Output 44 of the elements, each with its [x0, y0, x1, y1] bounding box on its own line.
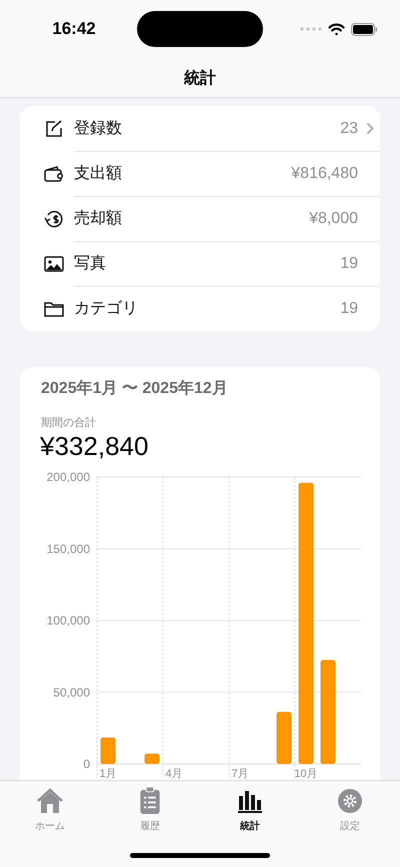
battery-icon — [351, 22, 378, 36]
axis-tick-label: 150,000 — [46, 542, 90, 556]
clipboard-icon — [139, 787, 161, 814]
wifi-icon — [328, 22, 345, 36]
screen-title: 統計 — [183, 68, 217, 89]
chart-bar — [100, 737, 116, 764]
axis-tick-label: 200,000 — [46, 470, 90, 484]
axis-tick-label: 7月 — [231, 768, 249, 780]
axis-tick-label: 0 — [83, 757, 90, 771]
chevron-icon[interactable] — [366, 122, 374, 135]
folder-icon — [44, 300, 64, 316]
stat-value: 23 — [340, 120, 358, 138]
status-time: 16:42 — [51, 19, 97, 39]
total-amount: ¥332,840 — [39, 430, 150, 462]
stat-value: ¥816,480 — [291, 164, 358, 182]
wallet-icon — [44, 164, 64, 182]
total-label: 期間の合計 — [40, 416, 97, 430]
chart-bar — [144, 754, 160, 764]
stat-label: カテゴリ — [74, 299, 139, 319]
settings-icon — [337, 788, 363, 814]
axis-tick-label: 10月 — [294, 768, 318, 780]
stat-value: ¥8,000 — [309, 210, 358, 228]
tab-item[interactable]: 統計 — [200, 787, 300, 833]
stat-label: 写真 — [74, 254, 107, 274]
period-range: 2025年1月 〜 2025年12月 — [40, 378, 229, 399]
axis-tick-label: 4月 — [165, 768, 183, 780]
image-icon — [44, 256, 64, 272]
axis-tick-label: 50,000 — [53, 685, 90, 700]
stat-value: 19 — [340, 254, 358, 272]
bar-chart-icon — [237, 790, 263, 814]
home-icon — [36, 788, 64, 814]
stat-label: 支出額 — [74, 164, 123, 184]
edit-icon — [45, 120, 63, 138]
stat-value: 19 — [340, 300, 358, 318]
axis-tick-label: 100,000 — [46, 614, 90, 628]
stat-label: 売却額 — [74, 208, 123, 229]
tab-item[interactable]: 履歴 — [100, 787, 200, 833]
coin-cycle-icon — [44, 208, 64, 228]
tab-item[interactable]: 設定 — [300, 787, 400, 833]
tab-item[interactable]: ホーム — [0, 787, 100, 833]
stat-label: 登録数 — [74, 119, 123, 139]
chart-bar — [276, 712, 292, 764]
axis-tick-label: 1月 — [99, 768, 117, 780]
signal-icon — [300, 27, 322, 31]
